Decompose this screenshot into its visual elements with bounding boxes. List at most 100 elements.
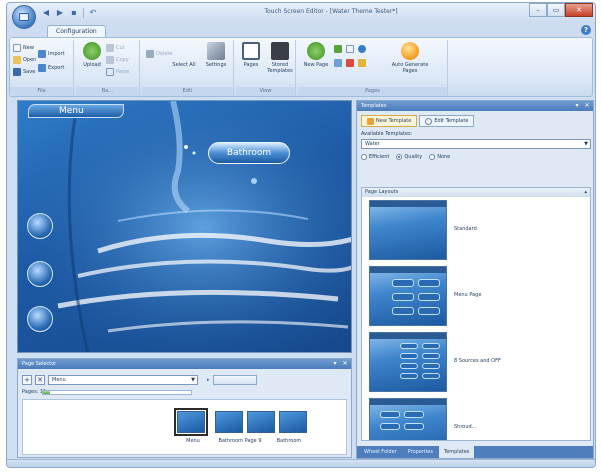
remove-page-icon[interactable]: ✕	[35, 375, 45, 385]
page-selector-toolbar: + ✕ Menu ▼ ▸	[22, 374, 257, 386]
page-thumbnail[interactable]	[215, 411, 243, 433]
page-thumbnail[interactable]	[279, 411, 307, 433]
menu-header-label: Menu	[59, 106, 84, 116]
page-thumbnail[interactable]	[174, 408, 208, 436]
layout-mini-button	[392, 307, 414, 315]
tab-properties[interactable]: Properties	[403, 446, 438, 458]
upload-button[interactable]: Upload	[82, 42, 102, 68]
folder-icon[interactable]	[358, 59, 366, 67]
open-button[interactable]: Open	[13, 55, 36, 65]
radio-none[interactable]: None	[429, 154, 450, 160]
new-page-button[interactable]: New Page	[302, 42, 330, 68]
template-tabs: New Template Edit Template	[361, 115, 475, 127]
collapse-icon[interactable]: ▴	[584, 188, 587, 197]
page-dropdown-value: Menu	[52, 377, 66, 383]
page-thumbnail[interactable]	[247, 411, 275, 433]
pin-icon[interactable]: ▾	[573, 102, 581, 110]
pin-icon[interactable]: ▾	[331, 360, 339, 368]
open-label: Open	[23, 57, 37, 63]
delete-page-icon[interactable]	[346, 59, 354, 67]
layout-thumbnail[interactable]	[369, 200, 447, 260]
design-canvas[interactable]: Menu Bathroom	[17, 100, 352, 353]
layout-mini-button	[422, 363, 440, 369]
page-selector-panel: Page Selector ▾ ✕ + ✕ Menu ▼ ▸ Pages: 11…	[17, 358, 352, 458]
layout-mini-button	[380, 423, 400, 430]
page-layouts-list: Page Layouts ▴ Standard Menu Page 8 Sour…	[361, 187, 591, 441]
new-template-tab[interactable]: New Template	[361, 115, 418, 127]
page-thumbnails: Menu Bathroom Page 9 Bathroom	[22, 399, 347, 455]
layout-mini-button	[418, 293, 440, 301]
template-select[interactable]: Water ▼	[361, 139, 591, 149]
cut-icon	[106, 44, 114, 52]
page-selector-header: Page Selector ▾ ✕	[18, 359, 351, 369]
page-selector-title: Page Selector	[22, 361, 57, 367]
minimize-button[interactable]: –	[529, 3, 547, 17]
stored-templates-button[interactable]: Stored Templates	[266, 42, 294, 74]
delete-icon	[146, 50, 154, 58]
layout-thumbnail[interactable]	[369, 266, 447, 326]
stored-templates-label: Stored Templates	[267, 62, 293, 74]
copy-button[interactable]: Copy	[106, 55, 129, 65]
templates-header: Templates ▾ ✕	[357, 101, 593, 111]
new-file-icon	[13, 44, 21, 52]
thumbnail-label: Menu	[186, 438, 200, 444]
add-page-icon[interactable]: +	[22, 375, 32, 385]
save-label: Save	[23, 69, 36, 75]
ribbon-tab-row: Configuration ?	[7, 23, 595, 37]
menu-header[interactable]: Menu	[28, 104, 124, 118]
radio-quality[interactable]: Quality	[396, 154, 422, 160]
help-icon[interactable]: ?	[581, 25, 591, 35]
select-all-button[interactable]: Select All	[172, 62, 196, 68]
app-logo-icon	[19, 13, 29, 21]
close-panel-icon[interactable]: ✕	[341, 360, 349, 368]
import-label: Import	[48, 51, 65, 57]
auto-generate-label: Auto Generate Pages	[391, 62, 429, 74]
radio-label: Efficient	[369, 154, 390, 160]
layout-mini-button	[392, 279, 414, 287]
settings-label: Settings	[205, 62, 227, 68]
side-button-3[interactable]	[27, 306, 53, 332]
page-go-button[interactable]	[212, 375, 257, 385]
pages-label: Pages	[243, 62, 259, 68]
export-button[interactable]: Export	[38, 63, 64, 73]
side-button-2[interactable]	[27, 261, 53, 287]
layout-mini-button	[404, 411, 424, 418]
close-button[interactable]: ✕	[565, 3, 593, 17]
page-dropdown[interactable]: Menu ▼	[48, 375, 198, 385]
paste-button[interactable]: Paste	[106, 67, 130, 77]
edit-template-tab[interactable]: Edit Template	[419, 115, 475, 127]
page-edit-icon[interactable]	[346, 45, 354, 53]
layout-header-bar	[370, 333, 446, 339]
radio-efficient[interactable]: Efficient	[361, 154, 389, 160]
layout-thumbnail[interactable]	[369, 398, 447, 440]
cut-button[interactable]: Cut	[106, 43, 125, 53]
application-menu-button[interactable]	[12, 5, 36, 29]
layout-mini-button	[400, 363, 418, 369]
layout-thumbnail[interactable]	[369, 332, 447, 392]
tab-wheel-folder[interactable]: Wheel Folder	[359, 446, 402, 458]
pages-button[interactable]: Pages	[240, 42, 262, 68]
arrow-right-icon[interactable]	[334, 45, 342, 53]
radio-label: None	[437, 154, 451, 160]
delete-button[interactable]: Delete	[146, 49, 172, 59]
layout-name: 8 Sources and OFF	[454, 358, 501, 364]
new-page-label: New Page	[303, 62, 329, 68]
tab-templates[interactable]: Templates	[438, 446, 475, 458]
new-button[interactable]: New	[13, 43, 34, 53]
maximize-button[interactable]: ▭	[547, 3, 565, 17]
settings-button[interactable]: Settings	[204, 42, 228, 68]
auto-generate-pages-button[interactable]: Auto Generate Pages	[390, 42, 430, 74]
close-panel-icon[interactable]: ✕	[583, 102, 591, 110]
cut-label: Cut	[116, 45, 125, 51]
tab-configuration[interactable]: Configuration	[47, 25, 106, 37]
info-icon[interactable]	[358, 45, 366, 53]
arrow-right-icon[interactable]: ▸	[207, 377, 210, 383]
bathroom-button[interactable]: Bathroom	[208, 142, 290, 164]
save-button[interactable]: Save	[13, 67, 35, 77]
import-button[interactable]: Import	[38, 49, 65, 59]
water-theme-background	[18, 101, 351, 352]
paste-label: Paste	[116, 69, 130, 75]
grid-icon[interactable]	[334, 59, 342, 67]
side-button-1[interactable]	[27, 213, 53, 239]
layout-mini-button	[422, 373, 440, 379]
